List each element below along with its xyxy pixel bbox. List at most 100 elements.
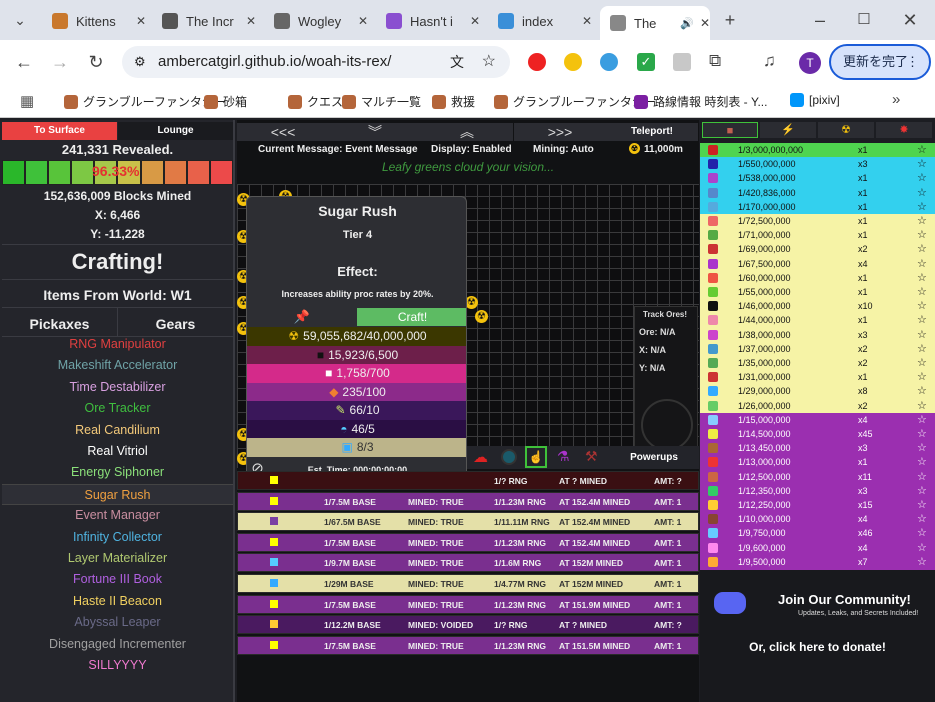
ore-row[interactable]: 1/9,500,000 x7 ☆	[700, 554, 935, 569]
items-from-world[interactable]: Items From World: W1	[2, 287, 233, 303]
favorite-star-icon[interactable]: ☆	[917, 228, 927, 242]
favorite-star-icon[interactable]: ☆	[917, 512, 927, 526]
hand-icon[interactable]: ☝	[525, 446, 547, 468]
bookmark-item[interactable]: 砂箱	[204, 93, 247, 110]
extension-icon[interactable]	[528, 53, 546, 71]
ore-row[interactable]: 1/9,600,000 x4 ☆	[700, 540, 935, 555]
new-tab-button[interactable]: +	[718, 8, 742, 32]
ore-row[interactable]: 1/55,000,000 x1 ☆	[700, 285, 935, 300]
minimize-button[interactable]: –	[808, 8, 832, 32]
ore-row[interactable]: 1/69,000,000 x2 ☆	[700, 242, 935, 257]
update-button[interactable]: 更新を完了 ⋮	[829, 44, 931, 80]
close-tab-icon[interactable]: ✕	[470, 14, 480, 28]
nav-button[interactable]: >>>	[514, 123, 606, 141]
ore-filter-tab[interactable]: ✸	[876, 122, 932, 138]
ore-row[interactable]: 1/14,500,000 x45 ☆	[700, 427, 935, 442]
ore-row[interactable]: 1/72,500,000 x1 ☆	[700, 214, 935, 229]
ore-row[interactable]: 1/60,000,000 x1 ☆	[700, 270, 935, 285]
favorite-star-icon[interactable]: ☆	[917, 171, 927, 185]
browser-tab[interactable]: Hasn't i ✕	[376, 6, 486, 36]
gear-item[interactable]: Ore Tracker	[2, 398, 233, 419]
gear-item[interactable]: Real Candilium	[2, 420, 233, 441]
ore-row[interactable]: 1/10,000,000 x4 ☆	[700, 512, 935, 527]
gear-item[interactable]: Layer Materializer	[2, 548, 233, 569]
ore-row[interactable]: 1/12,500,000 x11 ☆	[700, 469, 935, 484]
favorite-star-icon[interactable]: ☆	[917, 214, 927, 228]
favorite-star-icon[interactable]: ☆	[917, 470, 927, 484]
lounge-button[interactable]: Lounge	[118, 122, 233, 140]
bookmark-item[interactable]: グランブルーファンタジー	[494, 93, 656, 110]
pickaxe-icon[interactable]: ⚒	[585, 448, 598, 465]
bookmark-item[interactable]: [pixiv]	[790, 93, 840, 107]
favorite-star-icon[interactable]: ☆	[917, 186, 927, 200]
ore-filter-tab[interactable]: ☢	[818, 122, 874, 138]
avatar[interactable]: T	[799, 52, 821, 74]
close-tab-icon[interactable]: ✕	[582, 14, 592, 28]
nav-button[interactable]: <<<	[237, 123, 329, 141]
extension-icon[interactable]	[564, 53, 582, 71]
favorite-star-icon[interactable]: ☆	[917, 370, 927, 384]
gear-item[interactable]: Time Destabilizer	[2, 377, 233, 398]
favorite-star-icon[interactable]: ☆	[917, 541, 927, 555]
favorite-star-icon[interactable]: ☆	[917, 555, 927, 569]
favorite-star-icon[interactable]: ☆	[917, 356, 927, 370]
ore-row[interactable]: 1/15,000,000 x4 ☆	[700, 412, 935, 427]
close-tab-icon[interactable]: ✕	[358, 14, 368, 28]
ore-row[interactable]: 1/26,000,000 x2 ☆	[700, 398, 935, 413]
gear-item[interactable]: Real Vitriol	[2, 441, 233, 462]
favorite-star-icon[interactable]: ☆	[917, 271, 927, 285]
nav-button[interactable]: ︽	[421, 123, 513, 141]
favorite-star-icon[interactable]: ☆	[917, 200, 927, 214]
to-surface-button[interactable]: To Surface	[2, 122, 117, 140]
back-button[interactable]: ←	[12, 50, 36, 74]
ore-row[interactable]: 1/538,000,000 x1 ☆	[700, 171, 935, 186]
url-input[interactable]: ⚙ ambercatgirl.github.io/woah-its-rex/ 文…	[122, 46, 510, 78]
gear-item[interactable]: Sugar Rush	[2, 483, 233, 505]
ore-row[interactable]: 1/44,000,000 x1 ☆	[700, 313, 935, 328]
tab-search-button[interactable]: ⌄	[8, 8, 32, 32]
ore-row[interactable]: 1/71,000,000 x1 ☆	[700, 228, 935, 243]
translate-icon[interactable]: 文	[450, 46, 464, 78]
extension-icon[interactable]	[600, 53, 618, 71]
favorite-star-icon[interactable]: ☆	[917, 242, 927, 256]
favorite-star-icon[interactable]: ☆	[917, 413, 927, 427]
speaker-icon[interactable]: 🔊	[680, 17, 694, 30]
ore-row[interactable]: 1/420,836,000 x1 ☆	[700, 185, 935, 200]
favorite-star-icon[interactable]: ☆	[917, 526, 927, 540]
browser-tab[interactable]: The Incr ✕	[152, 6, 262, 36]
favorite-star-icon[interactable]: ☆	[917, 498, 927, 512]
ore-filter-tab[interactable]: ⚡	[760, 122, 816, 138]
ore-row[interactable]: 1/12,350,000 x3 ☆	[700, 483, 935, 498]
donate-link[interactable]: Or, click here to donate!	[700, 640, 935, 654]
pickaxes-tab[interactable]: Pickaxes	[2, 316, 117, 332]
favorite-star-icon[interactable]: ☆	[917, 257, 927, 271]
bookmark-item[interactable]: 路線情報 時刻表 - Y...	[634, 93, 767, 110]
favorite-star-icon[interactable]: ☆	[917, 484, 927, 498]
bookmark-star-icon[interactable]: ☆	[482, 46, 496, 78]
ore-row[interactable]: 1/12,250,000 x15 ☆	[700, 498, 935, 513]
display-toggle[interactable]: Display: Enabled	[431, 144, 512, 155]
ore-row[interactable]: 1/67,500,000 x4 ☆	[700, 256, 935, 271]
ore-row[interactable]: 1/29,000,000 x8 ☆	[700, 384, 935, 399]
ore-row[interactable]: 1/35,000,000 x2 ☆	[700, 356, 935, 371]
close-tab-icon[interactable]: ✕	[136, 14, 146, 28]
ore-row[interactable]: 1/550,000,000 x3 ☆	[700, 157, 935, 172]
gear-item[interactable]: Abyssal Leaper	[2, 612, 233, 633]
craft-button[interactable]: Craft!	[357, 308, 466, 326]
potion-icon[interactable]: ⚗	[557, 448, 570, 465]
favorite-star-icon[interactable]: ☆	[917, 299, 927, 313]
extensions-puzzle-icon[interactable]: ⧉	[709, 51, 721, 71]
favorite-star-icon[interactable]: ☆	[917, 285, 927, 299]
bookmark-item[interactable]: 救援	[432, 93, 475, 110]
gear-item[interactable]: Infinity Collector	[2, 527, 233, 548]
ore-row[interactable]: 1/13,450,000 x3 ☆	[700, 441, 935, 456]
ore-row[interactable]: 1/46,000,000 x10 ☆	[700, 299, 935, 314]
gear-item[interactable]: Fortune III Book	[2, 569, 233, 590]
close-tab-icon[interactable]: ✕	[700, 16, 710, 30]
close-tab-icon[interactable]: ✕	[246, 14, 256, 28]
gear-item[interactable]: Haste II Beacon	[2, 591, 233, 612]
reload-button[interactable]: ↻	[84, 50, 108, 74]
apps-grid-icon[interactable]: ▦	[20, 92, 34, 110]
favorite-star-icon[interactable]: ☆	[917, 143, 927, 157]
ore-row[interactable]: 1/31,000,000 x1 ☆	[700, 370, 935, 385]
